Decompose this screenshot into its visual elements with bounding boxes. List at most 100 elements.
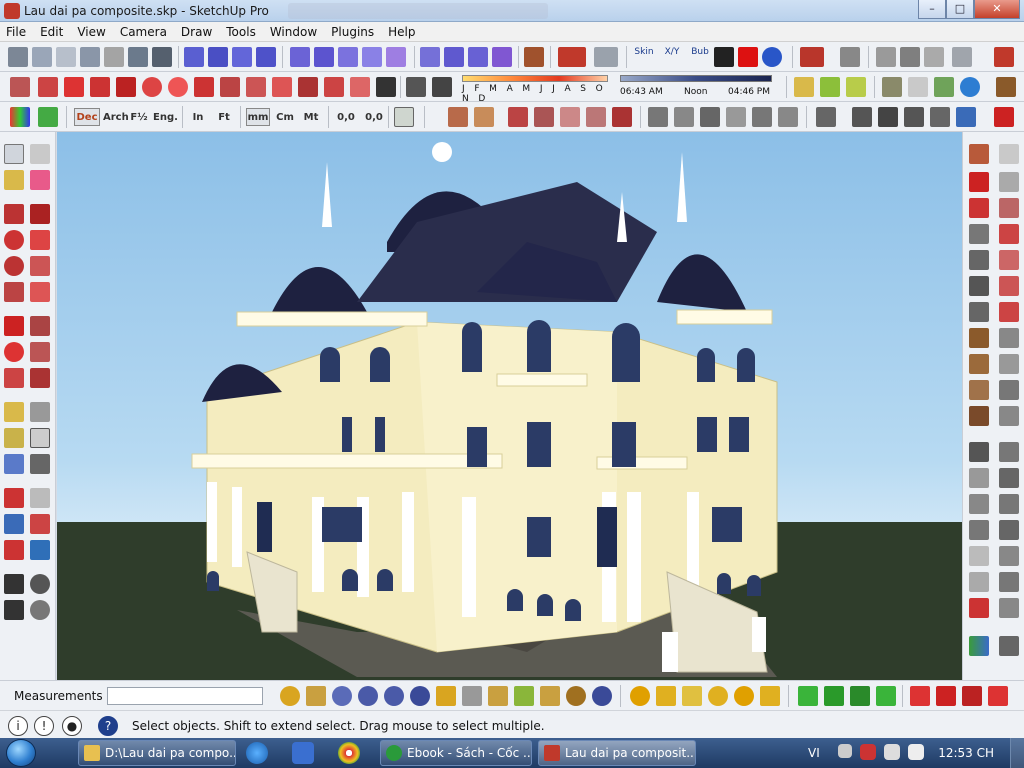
pencil-red-icon[interactable] <box>90 77 110 97</box>
split-icon[interactable] <box>999 302 1019 322</box>
pie-arc-icon[interactable] <box>4 282 24 302</box>
green-diamond-2-icon[interactable] <box>824 686 844 706</box>
move-plugin-icon[interactable] <box>462 686 482 706</box>
line-tool-icon[interactable] <box>10 77 30 97</box>
arc-red-icon[interactable] <box>30 256 50 276</box>
wireframe-icon[interactable] <box>314 47 334 67</box>
components-icon[interactable] <box>800 47 824 67</box>
orbit-tool-icon[interactable] <box>4 488 24 508</box>
cluster-2-icon[interactable] <box>969 520 989 540</box>
gear-3-icon[interactable] <box>999 380 1019 400</box>
zoom-window-icon[interactable] <box>30 514 50 534</box>
knife-icon[interactable] <box>116 77 136 97</box>
red-triangle-icon[interactable] <box>994 107 1014 127</box>
line-flat-icon[interactable] <box>969 250 989 270</box>
zoom-tool-icon[interactable] <box>4 514 24 534</box>
house-3-icon[interactable] <box>700 107 720 127</box>
textured-icon[interactable] <box>386 47 406 67</box>
move-scene-icon[interactable] <box>594 47 618 67</box>
house-2-icon[interactable] <box>674 107 694 127</box>
line-pencil-icon[interactable] <box>30 204 50 224</box>
menu-camera[interactable]: Camera <box>120 25 167 39</box>
rectangle-tool-icon[interactable] <box>4 204 24 224</box>
freehand-icon[interactable] <box>30 230 50 250</box>
cone-icon[interactable] <box>656 686 676 706</box>
shaded-icon[interactable] <box>362 47 382 67</box>
model-info-icon[interactable] <box>952 47 972 67</box>
stack-2-icon[interactable] <box>999 276 1019 296</box>
weld-icon[interactable] <box>350 77 370 97</box>
pushpull-red-icon[interactable] <box>272 77 292 97</box>
roof-5-icon[interactable] <box>612 107 632 127</box>
text-t-icon[interactable] <box>298 77 318 97</box>
box-icon[interactable] <box>969 406 989 426</box>
terrain-3-icon[interactable] <box>846 77 866 97</box>
tag-2-icon[interactable] <box>436 686 456 706</box>
sphere-icon[interactable] <box>630 686 650 706</box>
previous-view-icon[interactable] <box>30 540 50 560</box>
axis-colors-icon[interactable] <box>969 636 989 656</box>
wall-2-icon[interactable] <box>474 107 494 127</box>
house-icon[interactable] <box>648 107 668 127</box>
measurements-input[interactable] <box>107 687 263 705</box>
dots-icon[interactable] <box>969 442 989 462</box>
action-center-icon[interactable] <box>884 744 900 760</box>
look-around-eye-icon[interactable] <box>30 574 50 594</box>
wood-icon[interactable] <box>969 328 989 348</box>
media-player-icon[interactable] <box>292 742 314 764</box>
br-plugin-icon[interactable] <box>384 686 404 706</box>
add-location-icon[interactable] <box>934 77 954 97</box>
network-error-icon[interactable] <box>860 744 876 760</box>
unit-mm-button[interactable]: mm <box>246 108 270 126</box>
up-arrow-icon[interactable] <box>38 107 58 127</box>
back-view-icon[interactable] <box>104 47 124 67</box>
bub-tool-icon[interactable]: Bub <box>688 47 712 67</box>
red-diamond-2-icon[interactable] <box>936 686 956 706</box>
section-plane-tool-icon[interactable] <box>30 600 50 620</box>
section-fill-icon[interactable] <box>256 47 276 67</box>
red-diamond-icon[interactable] <box>910 686 930 706</box>
menu-plugins[interactable]: Plugins <box>331 25 374 39</box>
red-cube-icon[interactable] <box>962 686 982 706</box>
instructor-help-icon[interactable]: ? <box>98 716 118 736</box>
top-view-icon[interactable] <box>32 47 52 67</box>
rect-diagonal-icon[interactable] <box>194 77 214 97</box>
zoom-extents-icon[interactable] <box>4 540 24 560</box>
menu-edit[interactable]: Edit <box>40 25 63 39</box>
erase-line-icon[interactable] <box>38 77 58 97</box>
paint-bucket-icon[interactable] <box>4 170 24 190</box>
window-tool-2-icon[interactable] <box>878 107 898 127</box>
section-display-icon[interactable] <box>232 47 252 67</box>
unit-meter-button[interactable]: Mt <box>300 108 322 126</box>
axes-tool-icon[interactable] <box>4 454 24 474</box>
roof-icon[interactable] <box>508 107 528 127</box>
dimension-tool-icon[interactable] <box>30 402 50 422</box>
minimize-button[interactable]: – <box>918 0 946 19</box>
language-indicator[interactable]: VI <box>808 746 820 760</box>
export-icon[interactable] <box>488 686 508 706</box>
shadow-settings-icon[interactable] <box>432 77 452 97</box>
follow-me-tool-icon[interactable] <box>30 342 50 362</box>
eraser-icon[interactable] <box>30 170 50 190</box>
drop-down-icon[interactable] <box>969 172 989 192</box>
green-cube-icon[interactable] <box>850 686 870 706</box>
terrain-2-icon[interactable] <box>820 77 840 97</box>
rect-cross-icon[interactable] <box>64 77 84 97</box>
sphere-2-icon[interactable] <box>734 686 754 706</box>
shape-6-icon[interactable] <box>999 572 1019 592</box>
arc-tool-icon[interactable] <box>840 47 860 67</box>
rotate-tool-icon[interactable] <box>4 342 24 362</box>
unit-foot-button[interactable]: Ft <box>214 108 234 126</box>
shape-4-icon[interactable] <box>999 520 1019 540</box>
help-icon[interactable] <box>762 47 782 67</box>
no-circle-2-icon[interactable] <box>168 77 188 97</box>
front-view-icon[interactable] <box>56 47 76 67</box>
stack-icon[interactable] <box>999 250 1019 270</box>
cluster-icon[interactable] <box>969 494 989 514</box>
curve-icon[interactable] <box>999 198 1019 218</box>
color-icon[interactable] <box>10 107 30 127</box>
render-icon[interactable] <box>514 686 534 706</box>
green-cubes-icon[interactable] <box>876 686 896 706</box>
maximize-button[interactable]: □ <box>946 0 974 19</box>
section-cut-icon[interactable] <box>208 47 228 67</box>
